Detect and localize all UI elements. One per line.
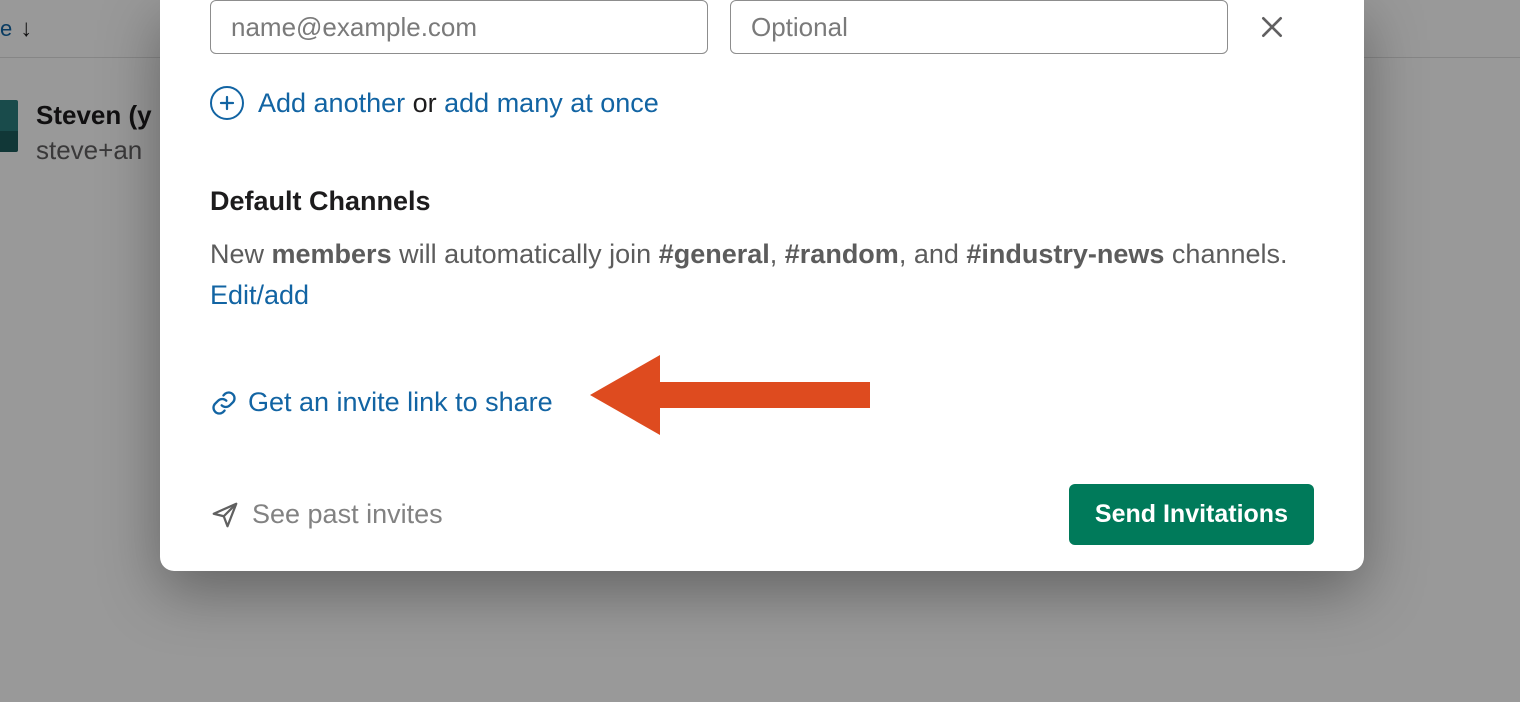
- name-optional-input[interactable]: [730, 0, 1228, 54]
- modal-bottom-row: See past invites Send Invitations: [210, 484, 1314, 545]
- send-invitations-button[interactable]: Send Invitations: [1069, 484, 1314, 545]
- email-input[interactable]: [210, 0, 708, 54]
- dc-channel-random: #random: [785, 239, 899, 269]
- dc-channel-industry: #industry-news: [966, 239, 1164, 269]
- get-invite-link-label: Get an invite link to share: [248, 387, 553, 418]
- dc-text-2: will automatically join: [392, 239, 659, 269]
- invite-input-row: [210, 0, 1314, 54]
- dc-text-1: New: [210, 239, 272, 269]
- or-text: or: [405, 88, 444, 118]
- get-invite-link[interactable]: Get an invite link to share: [210, 387, 1314, 418]
- invite-modal: Add another or add many at once Default …: [160, 0, 1364, 571]
- default-channels-body: New members will automatically join #gen…: [210, 235, 1314, 315]
- dc-sep-1: ,: [770, 239, 785, 269]
- dc-text-3: channels.: [1164, 239, 1287, 269]
- plus-circle-icon[interactable]: [210, 86, 244, 120]
- see-past-invites[interactable]: See past invites: [210, 499, 443, 530]
- add-another-row: Add another or add many at once: [210, 86, 1314, 120]
- remove-row-button[interactable]: [1250, 5, 1294, 49]
- default-channels-heading: Default Channels: [210, 186, 1314, 217]
- close-icon: [1259, 14, 1285, 40]
- paper-plane-icon: [210, 500, 240, 530]
- link-icon: [210, 389, 238, 417]
- see-past-invites-label: See past invites: [252, 499, 443, 530]
- edit-add-link[interactable]: Edit/add: [210, 276, 309, 315]
- dc-members: members: [272, 239, 392, 269]
- dc-sep-2: , and: [899, 239, 967, 269]
- add-another-link[interactable]: Add another: [258, 88, 405, 118]
- dc-channel-general: #general: [659, 239, 770, 269]
- add-many-link[interactable]: add many at once: [444, 88, 659, 118]
